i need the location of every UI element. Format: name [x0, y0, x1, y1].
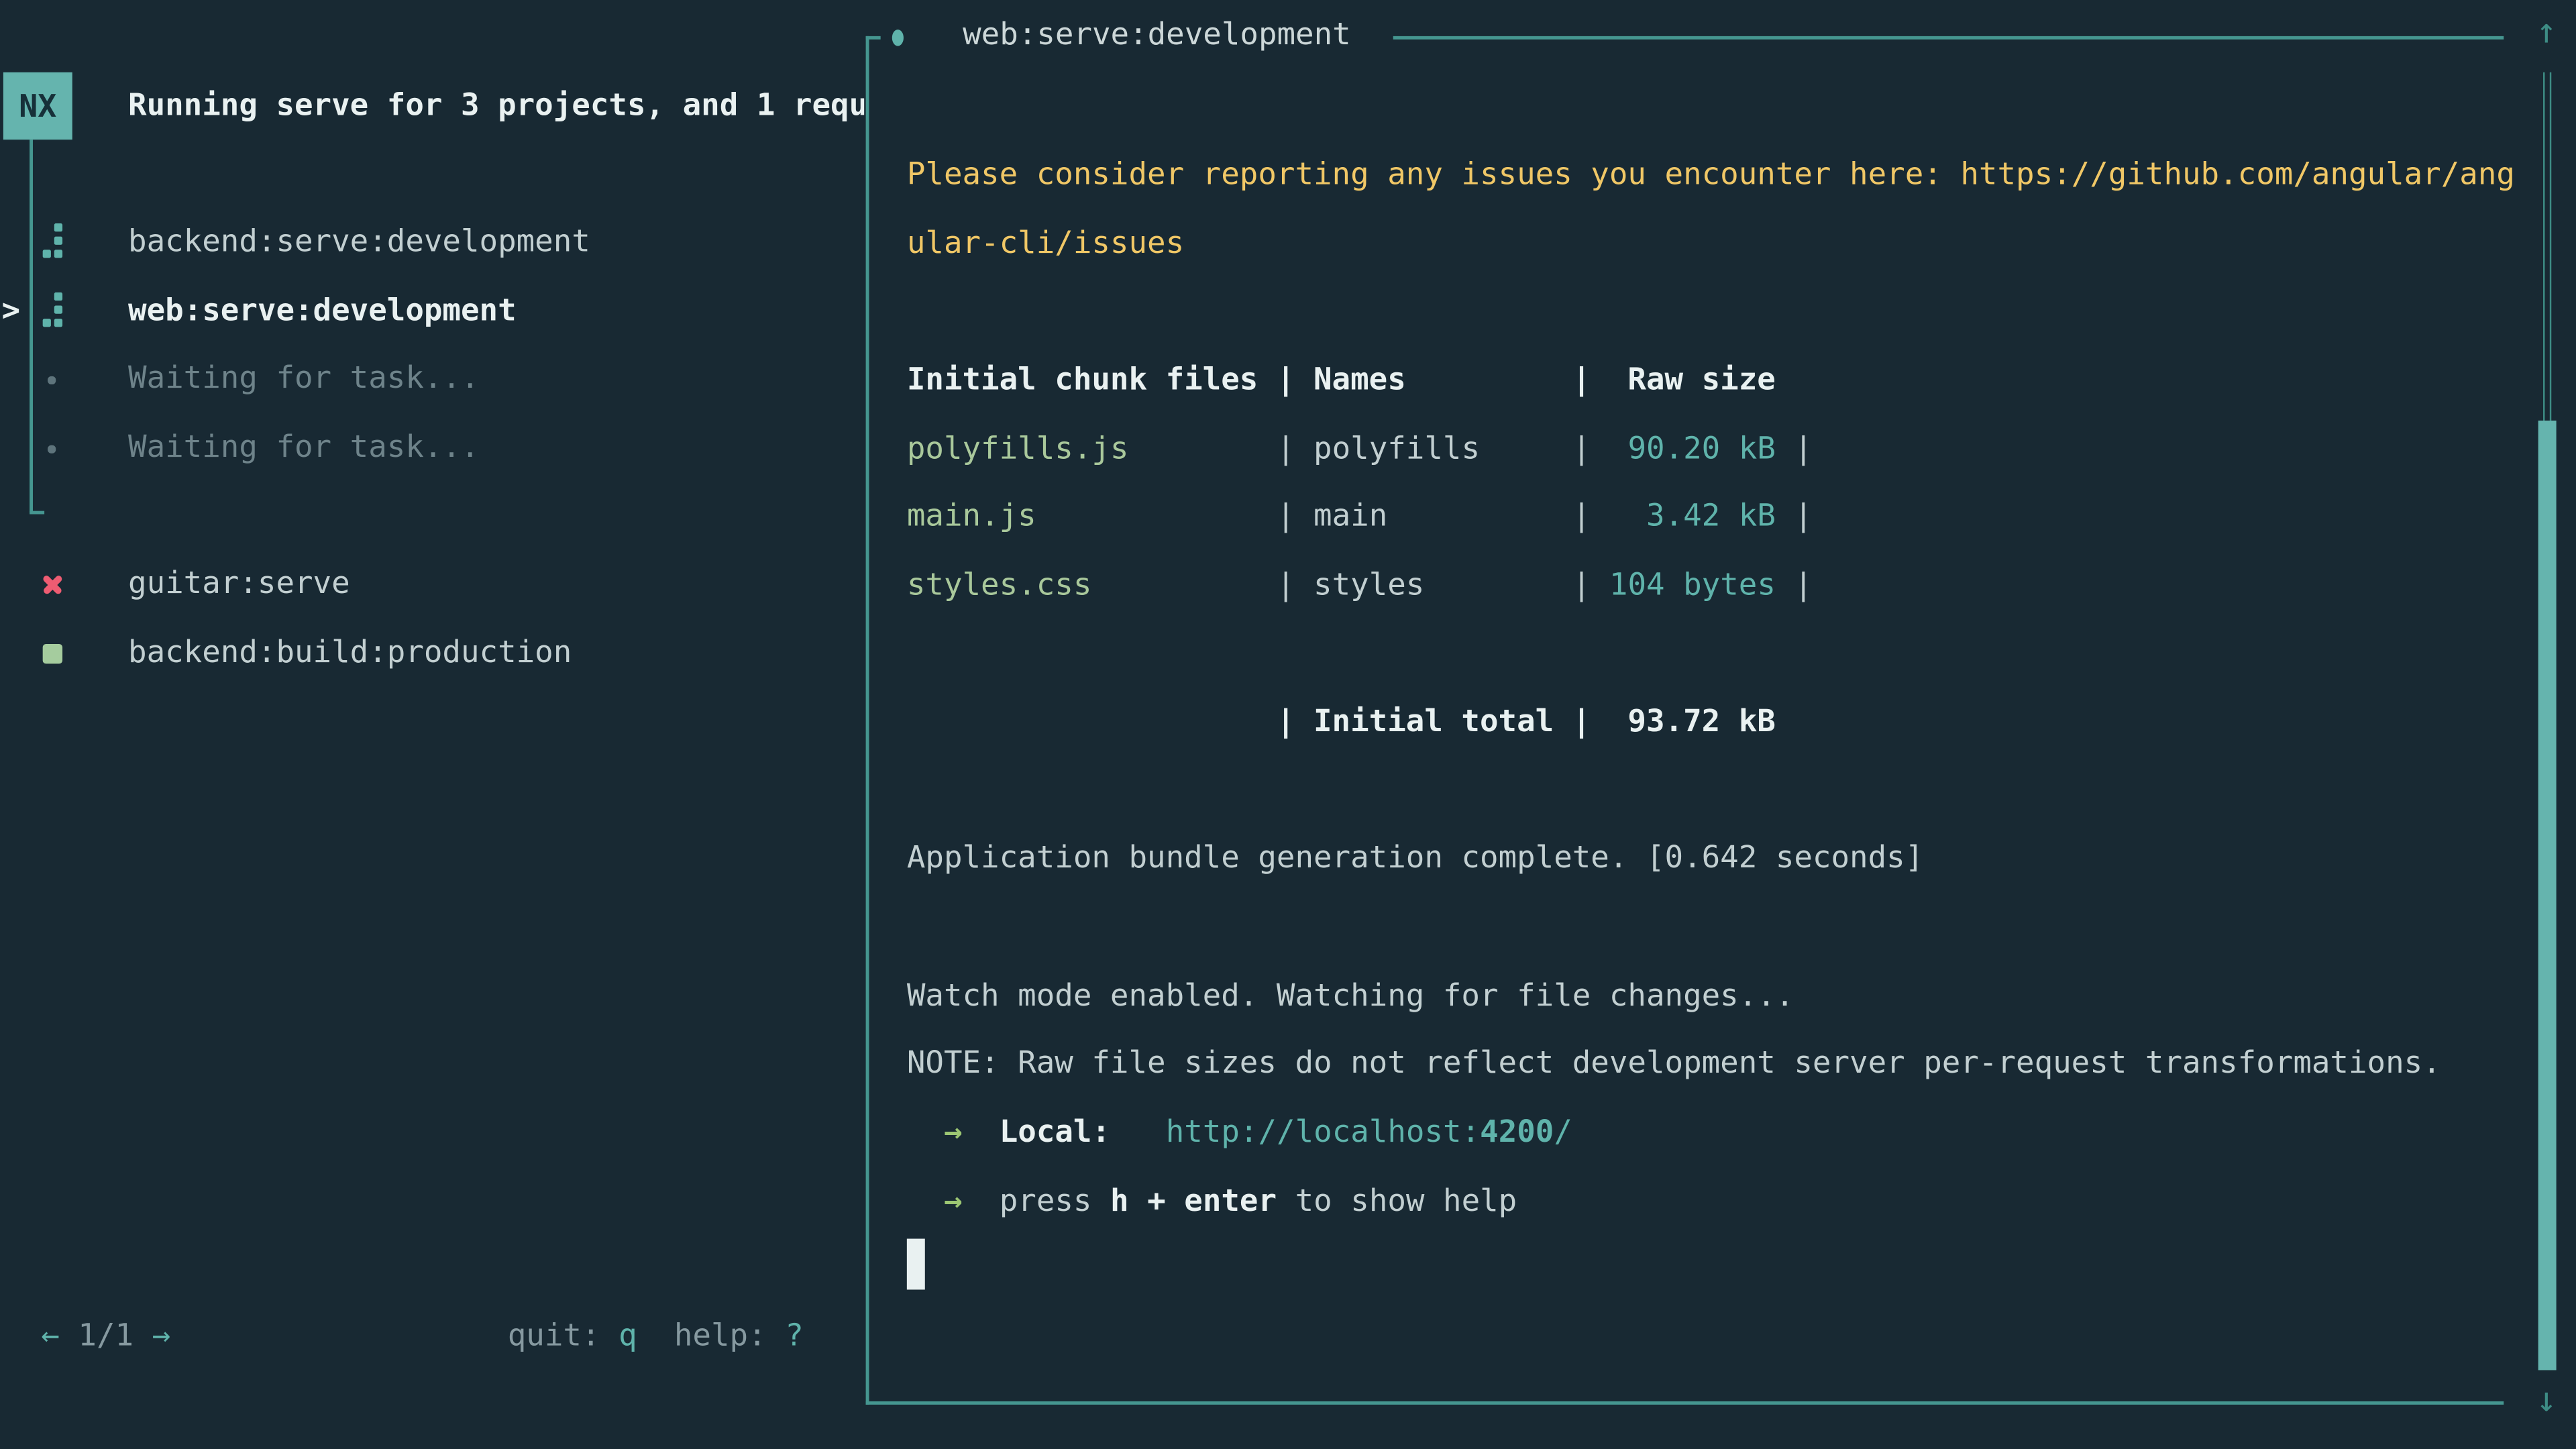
nx-logo: NX — [3, 72, 72, 140]
task-label: web:serve:development — [128, 278, 517, 347]
task-row-web-serve-development[interactable]: > web:serve:development — [0, 278, 866, 347]
cursor-line — [907, 1236, 2484, 1304]
selected-chevron-icon: > — [1, 278, 20, 347]
table-row-polyfills: polyfills.js | polyfills | 90.20 kB | — [907, 415, 2484, 484]
spinner-icon — [43, 223, 66, 261]
dot-icon — [48, 445, 55, 453]
task-label: backend:serve:development — [128, 209, 590, 278]
help-key: ? — [785, 1320, 804, 1354]
help-hint-line: → press h + enter to show help — [907, 1167, 2484, 1236]
task-row-backend-serve-development[interactable]: backend:serve:development — [0, 209, 866, 278]
task-row-backend-build-production[interactable]: backend:build:production — [0, 619, 866, 688]
panel-border-left — [866, 36, 869, 1405]
table-total-row: | Initial total | 93.72 kB — [907, 688, 2484, 757]
help-label: help: — [674, 1320, 767, 1354]
nx-terminal-ui: NX Running serve for 3 projects, and 1 r… — [0, 0, 2576, 1449]
table-header: Initial chunk files | Names | Raw size — [907, 347, 2484, 415]
dot-icon — [48, 376, 55, 384]
scrollbar-thumb[interactable] — [2538, 421, 2557, 1371]
quit-key: q — [619, 1320, 637, 1354]
scroll-down-icon[interactable]: ↓ — [2528, 1382, 2565, 1418]
watch-mode-line: Watch mode enabled. Watching for file ch… — [907, 962, 2484, 1030]
task-label: Waiting for task... — [128, 414, 480, 483]
issues-notice-line-1: Please consider reporting any issues you… — [907, 142, 2484, 210]
table-row-main: main.js | main | 3.42 kB | — [907, 483, 2484, 551]
blank — [907, 278, 2484, 347]
blank — [907, 620, 2484, 688]
spinner-icon — [43, 292, 66, 330]
note-line: NOTE: Raw file sizes do not reflect deve… — [907, 1030, 2484, 1099]
issues-notice-line-2: ular-cli/issues — [907, 210, 2484, 278]
task-group-rail-corner — [30, 511, 44, 515]
page-title: Running serve for 3 projects, and 1 requ — [128, 72, 864, 142]
task-label: guitar:serve — [128, 550, 350, 619]
local-url-line: → Local: http://localhost:4200/ — [907, 1099, 2484, 1167]
terminal-output: Please consider reporting any issues you… — [907, 142, 2484, 1305]
task-row-waiting-for-task-[interactable]: Waiting for task... — [0, 345, 866, 414]
panel-border-top-stub — [866, 36, 881, 40]
pager-spacer — [133, 1320, 152, 1354]
task-row-guitar-serve[interactable]: guitar:serve — [0, 550, 866, 619]
quit-label: quit: — [508, 1320, 600, 1354]
keyboard-shortcuts: quit: q help: ? — [508, 1303, 804, 1372]
pager-count: 1/1 — [78, 1320, 133, 1354]
pager-prev-icon[interactable]: ← — [41, 1320, 60, 1354]
pager-next-icon[interactable]: → — [152, 1320, 171, 1354]
panel-title: web:serve:development — [963, 1, 1351, 70]
scroll-up-icon[interactable]: ↑ — [2528, 13, 2565, 50]
panel-border-bottom — [866, 1401, 2504, 1405]
task-row-waiting-for-task-[interactable]: Waiting for task... — [0, 414, 866, 483]
blank — [907, 894, 2484, 962]
cross-icon — [41, 574, 64, 596]
blank — [907, 757, 2484, 825]
bundle-complete-line: Application bundle generation complete. … — [907, 825, 2484, 894]
panel-border-top — [1393, 36, 2504, 40]
pager-label — [60, 1320, 78, 1354]
task-label: backend:build:production — [128, 619, 572, 688]
pager: ← 1/1 → — [41, 1303, 170, 1372]
task-status-bullet-icon — [892, 30, 904, 46]
local-url-link[interactable]: http://localhost: — [1166, 1116, 1480, 1150]
scrollbar-track[interactable] — [2543, 72, 2551, 421]
table-row-styles: styles.css | styles | 104 bytes | — [907, 551, 2484, 620]
task-label: Waiting for task... — [128, 345, 480, 414]
block-cursor — [907, 1239, 925, 1290]
square-icon — [43, 644, 62, 663]
